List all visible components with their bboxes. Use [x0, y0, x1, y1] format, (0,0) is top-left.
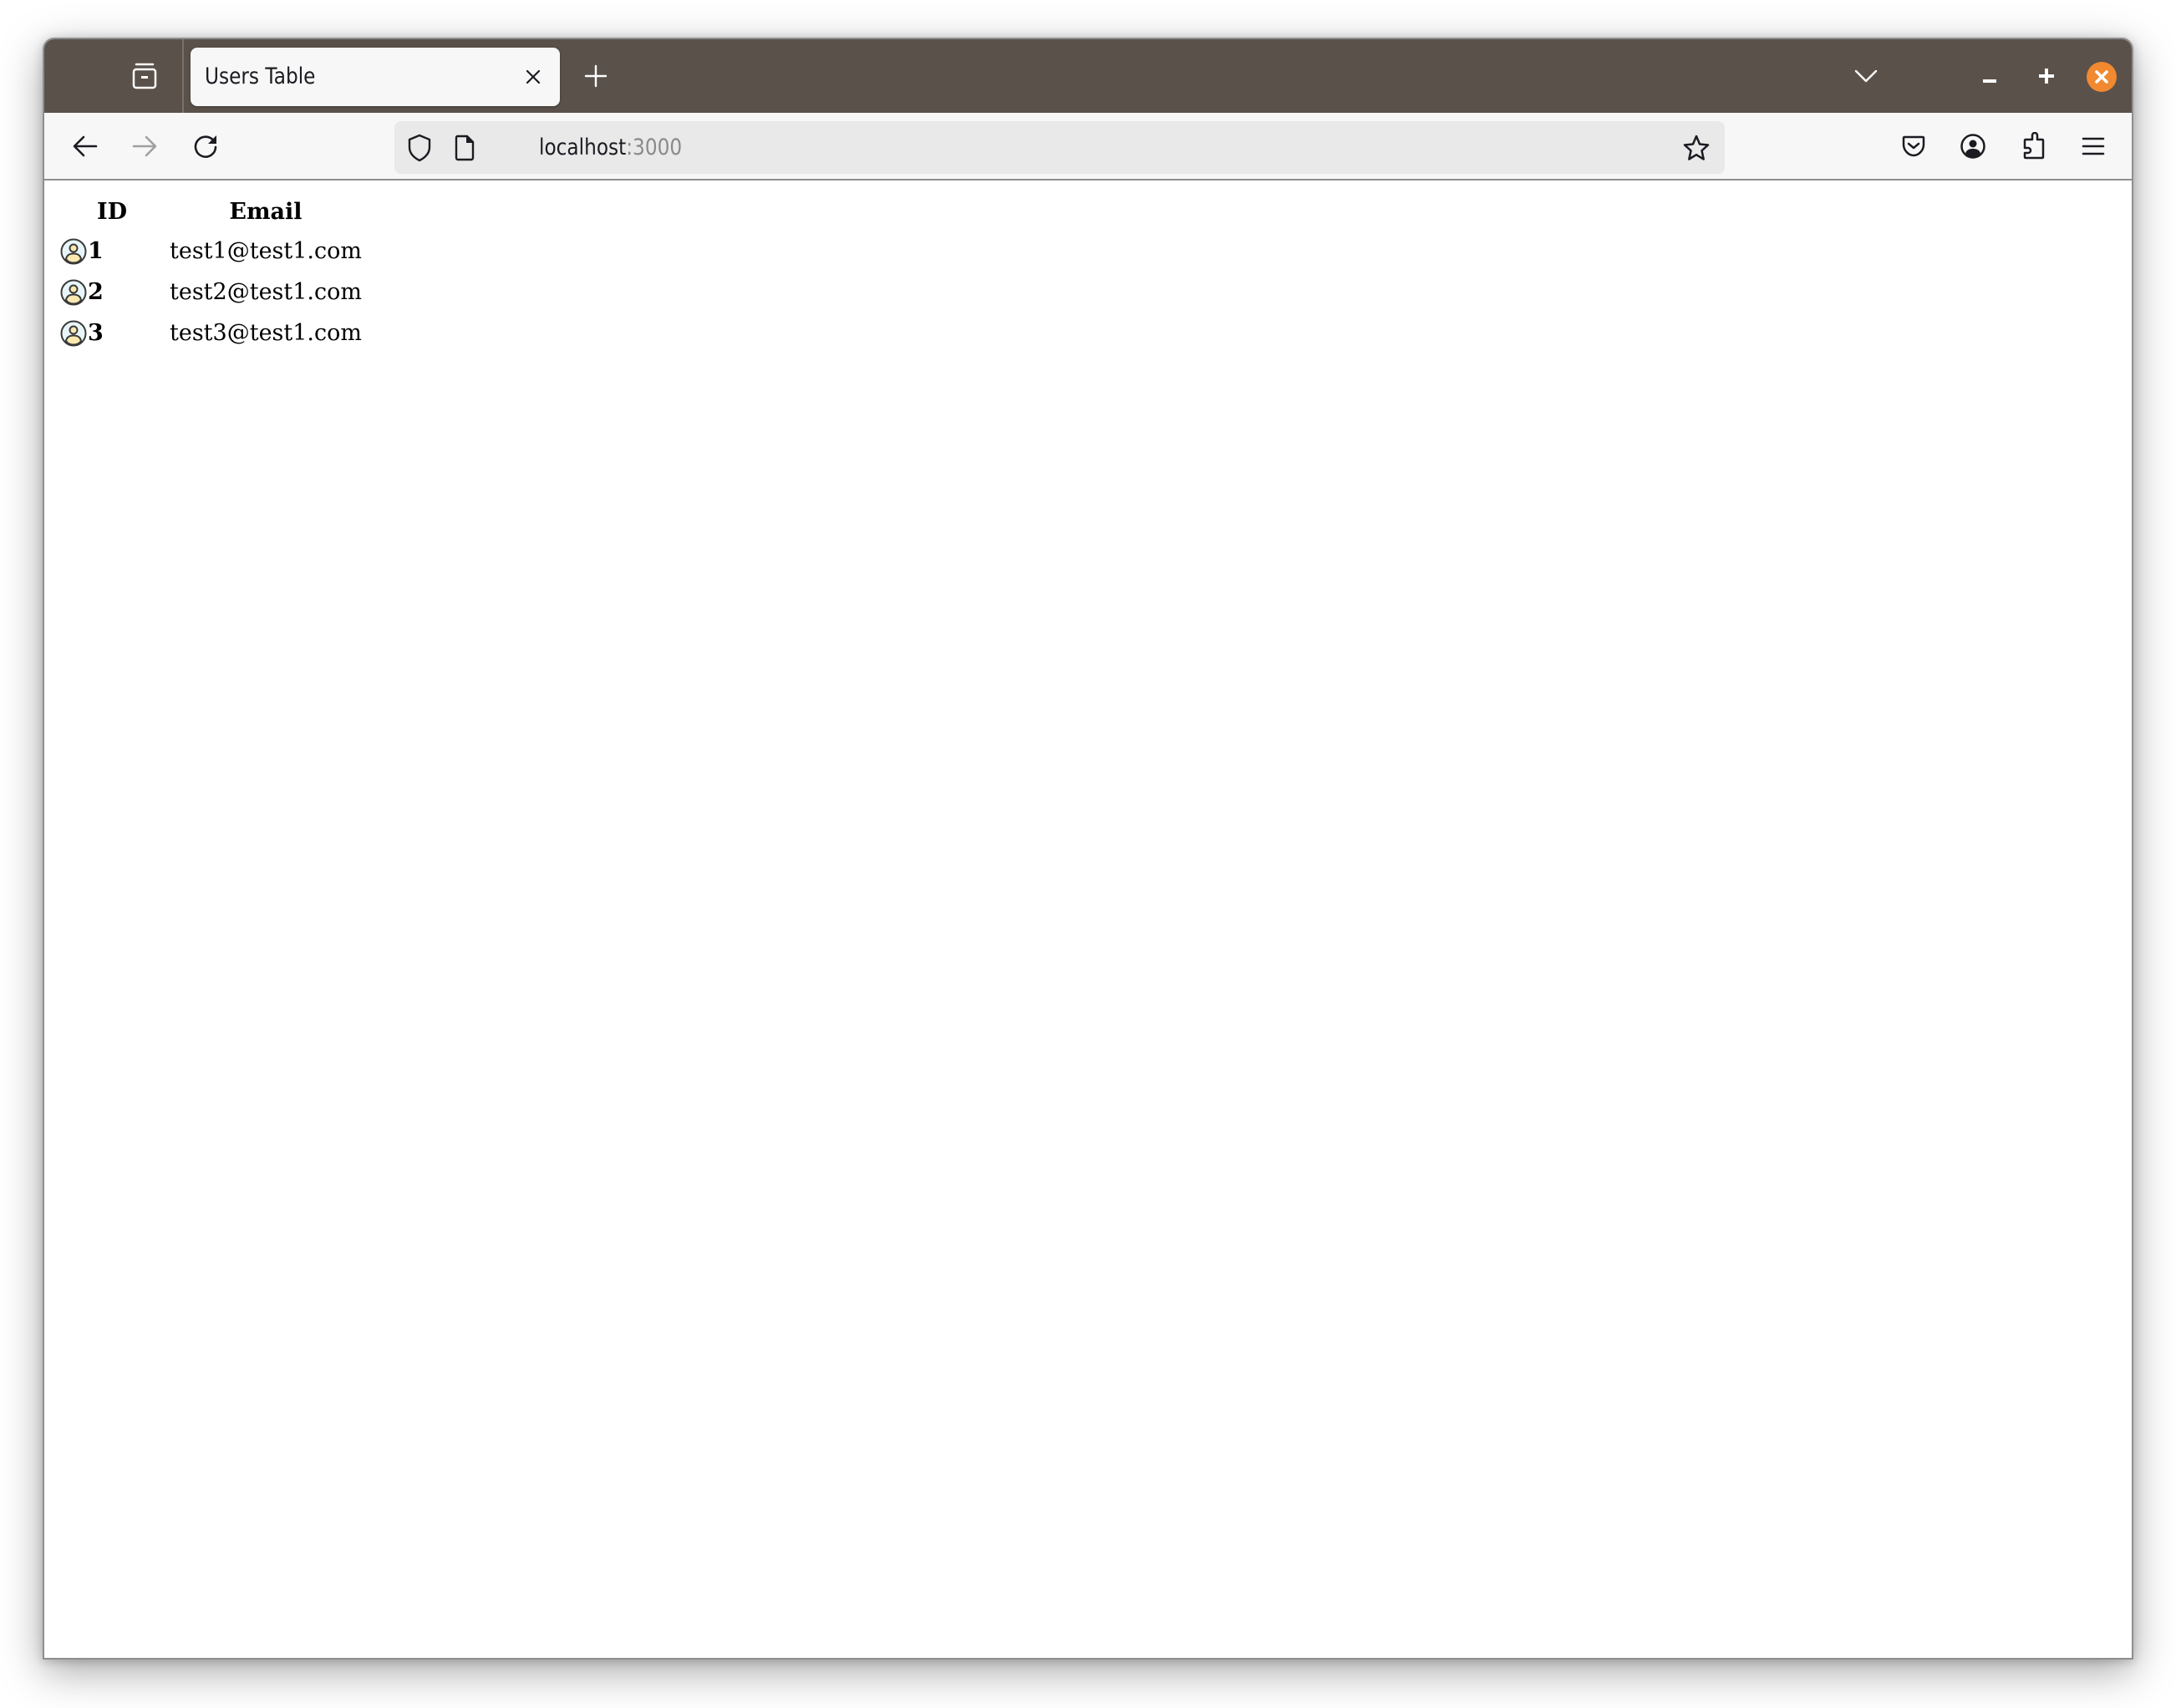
user-avatar-icon	[60, 320, 87, 347]
id-cell: 1	[58, 232, 165, 271]
bookmark-button[interactable]	[1678, 130, 1715, 166]
tab-title: Users Table	[205, 64, 316, 89]
user-id: 3	[88, 320, 104, 346]
table-row: 2 test2@test1.com	[58, 273, 364, 312]
new-tab-button[interactable]	[577, 58, 614, 94]
plus-icon	[584, 64, 608, 88]
minimize-button[interactable]	[1971, 58, 2008, 94]
user-id: 1	[88, 238, 104, 264]
url-input[interactable]: localhost:3000	[539, 121, 682, 174]
email-cell: test1@test1.com	[170, 238, 362, 264]
user-avatar-icon	[60, 238, 87, 265]
page-content: ID Email 1 test1@test1.com 2 test2@test1…	[44, 180, 2132, 1658]
tab-close-button[interactable]	[518, 62, 548, 92]
navigation-toolbar: localhost:3000	[44, 113, 2132, 180]
arrow-right-icon	[132, 135, 157, 157]
account-button[interactable]	[1955, 128, 1991, 165]
site-info-button[interactable]	[450, 133, 480, 163]
window-close-button[interactable]	[2087, 62, 2117, 92]
chevron-down-icon	[1854, 69, 1878, 84]
id-cell: 3	[58, 314, 165, 353]
email-cell: test2@test1.com	[170, 279, 362, 305]
hamburger-menu-icon	[2082, 136, 2105, 156]
url-port: :3000	[626, 135, 683, 160]
arrow-left-icon	[73, 135, 98, 157]
forward-button[interactable]	[126, 128, 163, 165]
url-bar[interactable]: localhost:3000	[394, 121, 1725, 174]
close-icon	[525, 69, 541, 85]
pocket-icon	[1901, 134, 1926, 159]
reload-icon	[192, 133, 219, 160]
id-cell: 2	[58, 273, 165, 312]
maximize-button[interactable]	[2028, 58, 2065, 94]
column-header-id: ID	[96, 199, 128, 225]
user-avatar-icon	[60, 279, 87, 306]
tab-users-table[interactable]: Users Table	[191, 48, 560, 106]
list-all-tabs-button[interactable]	[1848, 58, 1884, 94]
user-id: 2	[88, 279, 104, 305]
back-button[interactable]	[67, 128, 104, 165]
container-icon	[131, 62, 158, 90]
puzzle-icon	[2021, 132, 2046, 160]
app-menu-button[interactable]	[2075, 128, 2112, 165]
table-row: 3 test3@test1.com	[58, 314, 364, 353]
shield-icon	[407, 134, 432, 162]
maximize-icon	[2038, 68, 2055, 84]
star-icon	[1682, 134, 1711, 162]
tracking-protection-button[interactable]	[404, 133, 435, 163]
table-header-row: ID Email	[58, 195, 364, 230]
table-row: 1 test1@test1.com	[58, 232, 364, 271]
users-table: ID Email 1 test1@test1.com 2 test2@test1…	[56, 192, 366, 355]
tab-separator	[182, 39, 184, 113]
column-header-email: Email	[229, 199, 303, 225]
extensions-button[interactable]	[2016, 128, 2052, 165]
url-host: localhost	[539, 135, 627, 160]
close-icon	[2094, 69, 2109, 84]
tab-groups-button[interactable]	[125, 58, 165, 94]
pocket-button[interactable]	[1895, 128, 1932, 165]
reload-button[interactable]	[187, 128, 224, 165]
email-cell: test3@test1.com	[170, 320, 362, 346]
tab-bar: Users Table	[44, 39, 2132, 113]
browser-window: Users Table localhost:3000 ID Email 1 te…	[43, 38, 2133, 1660]
account-icon	[1960, 133, 1986, 160]
minimize-icon	[1981, 68, 1998, 84]
page-icon	[454, 135, 475, 161]
